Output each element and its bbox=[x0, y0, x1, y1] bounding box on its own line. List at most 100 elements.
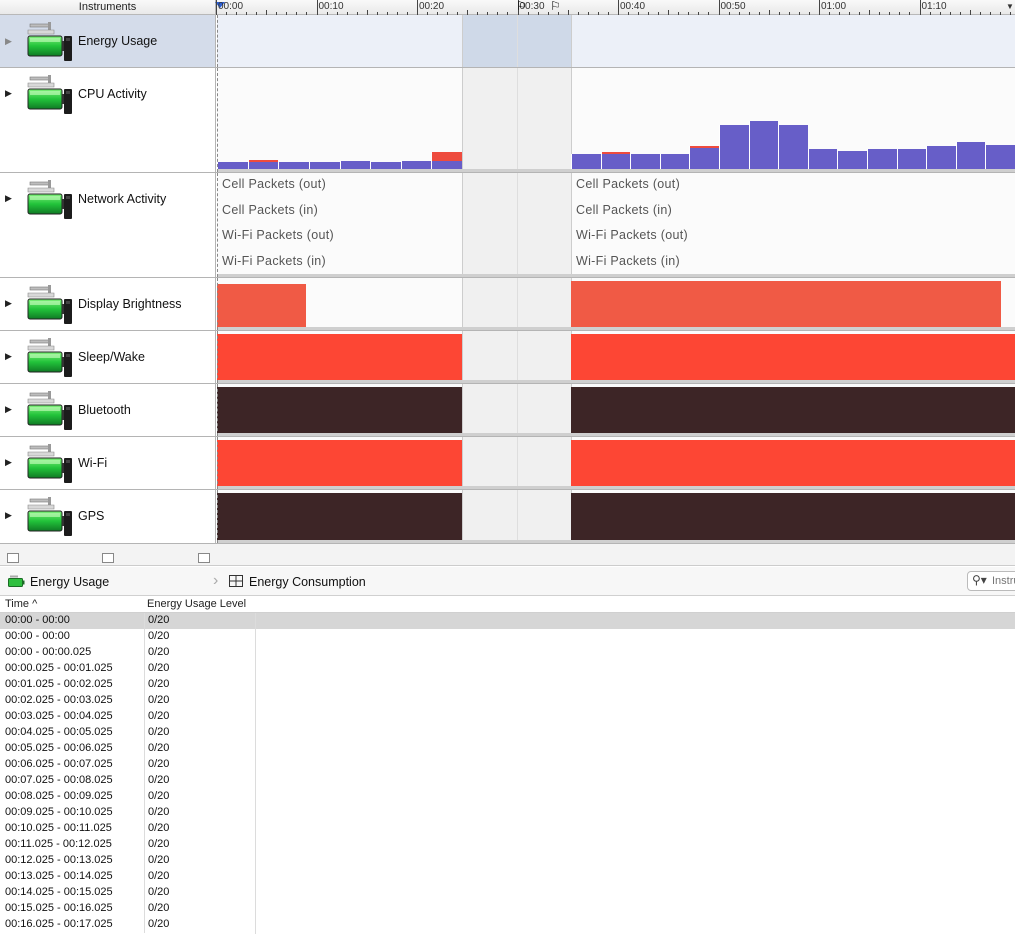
table-row[interactable]: 00:02.025 - 00:03.025 0/20 bbox=[0, 693, 1015, 709]
table-row[interactable]: 00:14.025 - 00:15.025 0/20 bbox=[0, 885, 1015, 901]
cell-time: 00:13.025 - 00:14.025 bbox=[5, 870, 113, 882]
track-label[interactable]: ▶ Sleep/Wake bbox=[0, 331, 216, 383]
track-graph-area[interactable]: Cell Packets (out) Cell Packets (in) Wi-Fi… bbox=[217, 173, 1015, 277]
disclosure-triangle-icon[interactable]: ▶ bbox=[5, 298, 12, 309]
track-label[interactable]: ▶ Energy Usage bbox=[0, 15, 216, 67]
table-row[interactable]: 00:00.025 - 00:01.025 0/20 bbox=[0, 661, 1015, 677]
track-graph-area[interactable] bbox=[217, 384, 1015, 436]
battery-icon bbox=[26, 497, 74, 537]
track-sleep-wake[interactable]: ▶ Sleep/Wake bbox=[0, 331, 1015, 384]
cell-time: 00:08.025 - 00:09.025 bbox=[5, 790, 113, 802]
track-label[interactable]: ▶ Network Activity bbox=[0, 173, 216, 277]
track-list-icon[interactable] bbox=[7, 553, 19, 563]
track-label[interactable]: ▶ Display Brightness bbox=[0, 278, 216, 330]
disclosure-triangle-icon[interactable]: ▶ bbox=[5, 351, 12, 362]
cpu-bar bbox=[748, 121, 779, 169]
track-name: Bluetooth bbox=[78, 403, 131, 417]
disclosure-triangle-icon[interactable]: ▶ bbox=[5, 88, 12, 99]
track-energy-usage[interactable]: ▶ Energy Usage bbox=[0, 15, 1015, 68]
track-graph-area[interactable] bbox=[217, 15, 1015, 67]
playhead-line bbox=[217, 437, 218, 489]
table-row[interactable]: 00:10.025 - 00:11.025 0/20 bbox=[0, 821, 1015, 837]
network-series-label: Wi-Fi Packets (in) bbox=[222, 253, 327, 268]
table-row[interactable]: 00:12.025 - 00:13.025 0/20 bbox=[0, 853, 1015, 869]
track-footer-strip bbox=[0, 544, 1015, 566]
no-data-gap bbox=[462, 384, 572, 436]
search-field[interactable]: ⚲▾ bbox=[967, 571, 1015, 591]
cpu-bar bbox=[630, 153, 660, 169]
column-header-energy-level[interactable]: Energy Usage Level bbox=[147, 598, 246, 610]
gap-gridline bbox=[517, 384, 518, 436]
range-start-flag-icon[interactable]: ⚐ bbox=[516, 0, 527, 13]
table-row[interactable]: 00:13.025 - 00:14.025 0/20 bbox=[0, 869, 1015, 885]
gap-gridline bbox=[517, 278, 518, 330]
battery-icon bbox=[26, 391, 74, 431]
table-row[interactable]: 00:09.025 - 00:10.025 0/20 bbox=[0, 805, 1015, 821]
disclosure-triangle-icon[interactable]: ▶ bbox=[5, 193, 12, 204]
table-row[interactable]: 00:04.025 - 00:05.025 0/20 bbox=[0, 725, 1015, 741]
table-row[interactable]: 00:07.025 - 00:08.025 0/20 bbox=[0, 773, 1015, 789]
search-input[interactable] bbox=[992, 574, 1015, 588]
track-network-activity[interactable]: ▶ Network Activity Cell Packets (out) Cell … bbox=[0, 173, 1015, 278]
table-row[interactable]: 00:05.025 - 00:06.025 0/20 bbox=[0, 741, 1015, 757]
table-row[interactable]: 00:00 - 00:00.025 0/20 bbox=[0, 645, 1015, 661]
cell-energy-level: 0/20 bbox=[148, 678, 170, 690]
track-wi-fi[interactable]: ▶ Wi-Fi bbox=[0, 437, 1015, 490]
cpu-bar bbox=[896, 148, 927, 169]
ruler-track[interactable]: 00:00 00:10 00:20 00:30 00:40 00:50 01:00 01:10… bbox=[215, 0, 1015, 15]
track-baseline bbox=[217, 486, 1015, 489]
track-label[interactable]: ▶ Bluetooth bbox=[0, 384, 216, 436]
disclosure-triangle-icon[interactable]: ▶ bbox=[5, 404, 12, 415]
table-row[interactable]: 00:16.025 - 00:17.025 0/20 bbox=[0, 917, 1015, 933]
resize-handle-icon[interactable] bbox=[102, 553, 114, 563]
table-row[interactable]: 00:08.025 - 00:09.025 0/20 bbox=[0, 789, 1015, 805]
track-graph-area[interactable] bbox=[217, 68, 1015, 172]
table-row[interactable]: 00:00 - 00:00 0/20 bbox=[0, 613, 1015, 629]
track-cpu-activity[interactable]: ▶ CPU Activity bbox=[0, 68, 1015, 173]
cell-time: 00:10.025 - 00:11.025 bbox=[5, 822, 112, 834]
table-row[interactable]: 00:06.025 - 00:07.025 0/20 bbox=[0, 757, 1015, 773]
gps-segment bbox=[217, 493, 462, 540]
track-graph-area[interactable] bbox=[217, 490, 1015, 543]
disclosure-triangle-icon[interactable]: ▶ bbox=[5, 457, 12, 468]
cpu-bar bbox=[431, 151, 462, 169]
track-graph-area[interactable] bbox=[217, 278, 1015, 330]
no-data-gap bbox=[462, 437, 572, 489]
range-end-flag-icon[interactable]: ⚐ bbox=[550, 0, 561, 13]
disclosure-triangle-icon[interactable]: ▶ bbox=[5, 36, 12, 47]
track-graph-area[interactable] bbox=[217, 331, 1015, 383]
track-display-brightness[interactable]: ▶ Display Brightness bbox=[0, 278, 1015, 331]
table-row[interactable]: 00:15.025 - 00:16.025 0/20 bbox=[0, 901, 1015, 917]
cell-divider bbox=[144, 629, 145, 645]
table-row[interactable]: 00:03.025 - 00:04.025 0/20 bbox=[0, 709, 1015, 725]
timeline-ruler[interactable]: Instruments 00:00 00:10 00:20 00:30 00:40 00:… bbox=[0, 0, 1015, 15]
cpu-bar bbox=[278, 161, 309, 169]
playhead-line bbox=[217, 68, 218, 172]
gap-gridline bbox=[517, 68, 518, 172]
cell-time: 00:03.025 - 00:04.025 bbox=[5, 710, 113, 722]
cell-time: 00:02.025 - 00:03.025 bbox=[5, 694, 113, 706]
track-name: Energy Usage bbox=[78, 34, 158, 48]
breadcrumb-view[interactable]: Energy Consumption bbox=[249, 575, 366, 589]
track-graph-area[interactable] bbox=[217, 437, 1015, 489]
cell-divider bbox=[144, 645, 145, 661]
track-label[interactable]: ▶ Wi-Fi bbox=[0, 437, 216, 489]
track-label[interactable]: ▶ GPS bbox=[0, 490, 216, 543]
cell-energy-level: 0/20 bbox=[148, 758, 170, 770]
column-header-time[interactable]: Time ^ bbox=[5, 598, 37, 610]
track-bluetooth[interactable]: ▶ Bluetooth bbox=[0, 384, 1015, 437]
table-row[interactable]: 00:11.025 - 00:12.025 0/20 bbox=[0, 837, 1015, 853]
cpu-bar bbox=[400, 160, 432, 169]
table-row[interactable]: 00:01.025 - 00:02.025 0/20 bbox=[0, 677, 1015, 693]
breadcrumb-instrument[interactable]: Energy Usage bbox=[30, 575, 109, 589]
cpu-bar bbox=[689, 145, 719, 169]
cell-divider bbox=[144, 869, 145, 885]
disclosure-triangle-icon[interactable]: ▶ bbox=[5, 510, 12, 521]
track-gps[interactable]: ▶ GPS bbox=[0, 490, 1015, 544]
cpu-bar bbox=[985, 144, 1015, 169]
detail-toggle-icon[interactable] bbox=[198, 553, 210, 563]
playhead-line bbox=[217, 173, 218, 277]
table-row[interactable]: 00:00 - 00:00 0/20 bbox=[0, 629, 1015, 645]
track-label[interactable]: ▶ CPU Activity bbox=[0, 68, 216, 172]
cell-time: 00:00 - 00:00.025 bbox=[5, 646, 92, 658]
